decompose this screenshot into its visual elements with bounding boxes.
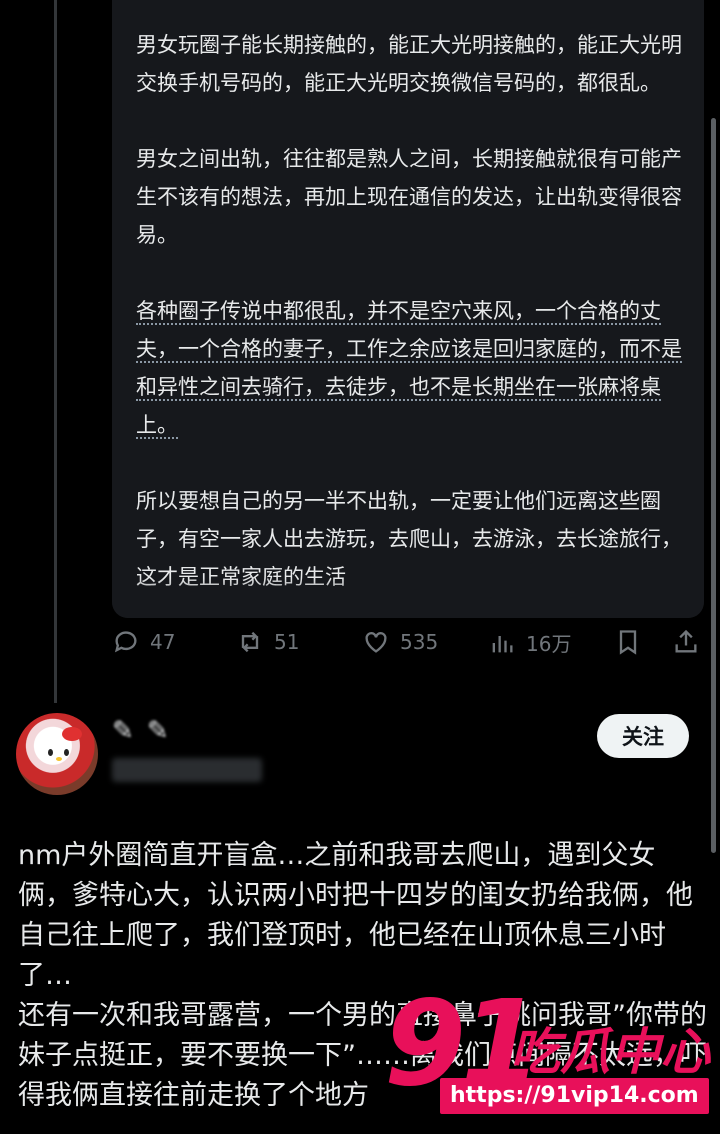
scrollbar[interactable]: [711, 118, 716, 853]
reply-paragraph-1: nm户外圈简直开盲盒…之前和我哥去爬山，遇到父女俩，爹特心大，认识两小时把十四岁…: [18, 840, 693, 991]
truncation-fade: [112, 578, 704, 618]
avatar-nose: [56, 757, 62, 761]
quoted-paragraph-1: 男女玩圈子能长期接触的，能正大光明接触的，能正大光明交换手机号码的，能正大光明交…: [136, 33, 682, 95]
post-action-bar: 47 51 535 16万: [112, 628, 702, 672]
handle-redacted: [112, 758, 262, 782]
repost-button[interactable]: 51: [236, 628, 299, 656]
reply-button[interactable]: 47: [112, 628, 175, 656]
avatar[interactable]: [16, 713, 98, 795]
quoted-post-text: 男女玩圈子能长期接触的，能正大光明接触的，能正大光明交换手机号码的，能正大光明交…: [136, 26, 684, 618]
bookmark-button[interactable]: [614, 628, 642, 656]
thread-connector-line: [54, 0, 57, 703]
views-icon: [492, 635, 513, 652]
share-button[interactable]: [672, 628, 700, 656]
bookmark-icon: [619, 630, 637, 655]
repost-count: 51: [274, 630, 300, 654]
reply-count: 47: [150, 630, 176, 654]
like-icon: [365, 632, 387, 653]
views-count: 16万: [526, 632, 572, 656]
quoted-paragraph-2: 男女之间出轨，往往都是熟人之间，长期接触就很有可能产生不该有的想法，再加上现在通…: [136, 147, 682, 247]
display-name-redacted[interactable]: ✎ ✎: [112, 716, 171, 746]
watermark-url: https://91vip14.com: [440, 1078, 709, 1114]
avatar-bow: [62, 727, 82, 741]
share-icon: [675, 629, 697, 653]
like-count: 535: [400, 630, 439, 654]
watermark-text: 吃瓜中心: [510, 1023, 710, 1081]
quoted-paragraph-3: 各种圈子传说中都很乱，并不是空穴来风，一个合格的丈夫，一个合格的妻子，工作之余应…: [136, 299, 682, 439]
avatar-eye: [64, 749, 69, 756]
repost-icon: [241, 631, 259, 653]
views-button[interactable]: 16万: [488, 628, 571, 657]
quoted-post-card[interactable]: 男女玩圈子能长期接触的，能正大光明接触的，能正大光明交换手机号码的，能正大光明交…: [112, 0, 704, 618]
follow-button[interactable]: 关注: [597, 714, 689, 758]
watermark: 91 吃瓜中心 https://91vip14.com: [384, 978, 714, 1128]
reply-icon: [114, 631, 137, 653]
avatar-eye: [48, 749, 53, 756]
like-button[interactable]: 535: [362, 628, 438, 656]
